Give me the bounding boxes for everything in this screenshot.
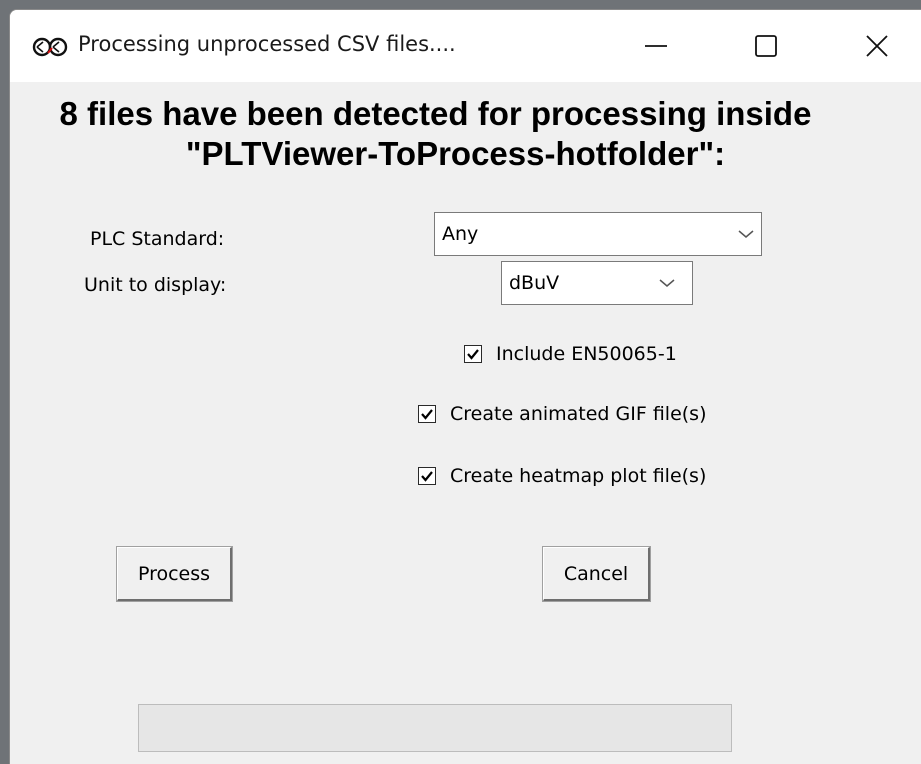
checkbox-checked-icon xyxy=(464,345,482,363)
create-gif-label: Create animated GIF file(s) xyxy=(450,403,707,425)
cancel-button[interactable]: Cancel xyxy=(543,547,650,601)
heading-line-1: 8 files have been detected for processin… xyxy=(59,95,812,132)
minimize-icon xyxy=(644,34,668,58)
create-gif-checkbox[interactable]: Create animated GIF file(s) xyxy=(418,403,706,425)
checkbox-checked-icon xyxy=(418,405,436,423)
create-heatmap-label: Create heatmap plot file(s) xyxy=(450,465,707,487)
unit-select[interactable]: dBuV xyxy=(501,261,693,305)
maximize-icon xyxy=(754,34,778,58)
minimize-button[interactable] xyxy=(611,10,701,82)
chevron-down-icon xyxy=(731,229,761,239)
unit-label: Unit to display: xyxy=(84,274,227,296)
heading-line-2: "PLTViewer-ToProcess-hotfolder": xyxy=(185,135,726,172)
dialog-window: Processing unprocessed CSV files.... 8 f… xyxy=(9,9,921,764)
window-title: Processing unprocessed CSV files.... xyxy=(78,32,456,56)
plc-standard-value: Any xyxy=(442,223,479,245)
unit-value: dBuV xyxy=(509,272,560,294)
close-button[interactable] xyxy=(832,10,921,82)
close-icon xyxy=(865,34,889,58)
chevron-down-icon xyxy=(642,278,692,288)
include-en50065-checkbox[interactable]: Include EN50065-1 xyxy=(464,343,677,365)
progress-bar xyxy=(138,704,732,752)
plc-standard-label: PLC Standard: xyxy=(90,228,225,250)
plc-standard-select[interactable]: Any xyxy=(434,212,762,256)
link-icon xyxy=(31,34,75,60)
checkbox-checked-icon xyxy=(418,467,436,485)
create-heatmap-checkbox[interactable]: Create heatmap plot file(s) xyxy=(418,465,706,487)
detection-heading: 8 files have been detected for processin… xyxy=(10,94,861,174)
include-en50065-label: Include EN50065-1 xyxy=(496,343,677,365)
process-button[interactable]: Process xyxy=(117,547,232,601)
title-bar[interactable]: Processing unprocessed CSV files.... xyxy=(10,10,921,82)
maximize-button[interactable] xyxy=(721,10,811,82)
